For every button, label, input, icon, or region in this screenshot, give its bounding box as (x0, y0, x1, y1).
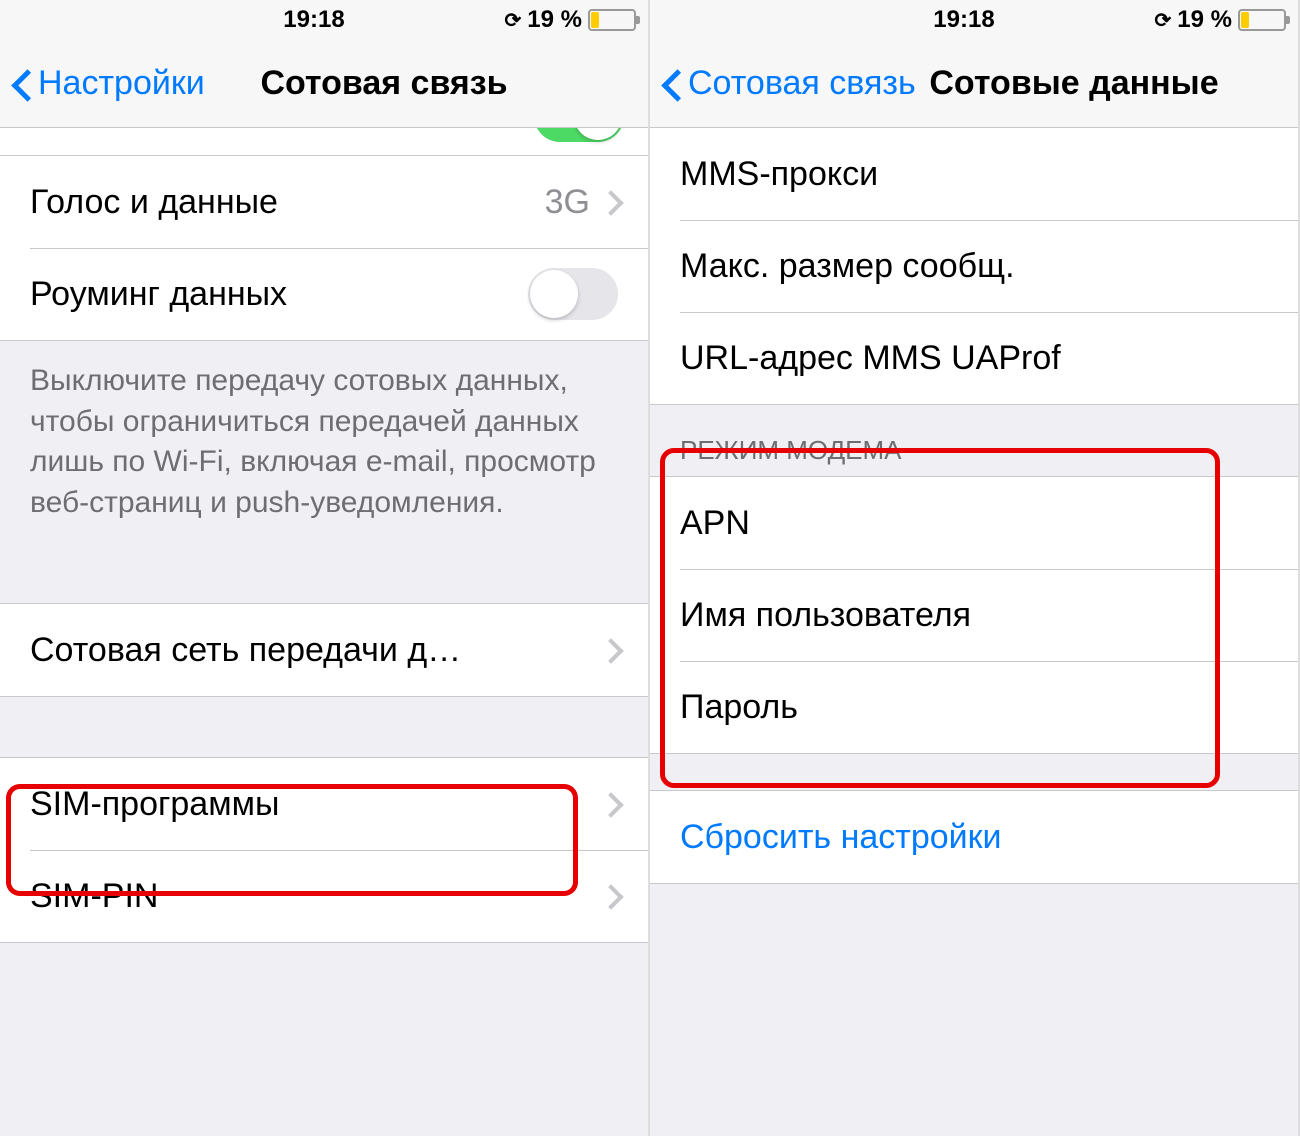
chevron-right-icon (602, 882, 618, 910)
voice-and-data-cell[interactable]: Голос и данные 3G (0, 156, 648, 248)
username-cell[interactable]: Имя пользователя (650, 569, 1298, 661)
battery-icon (1238, 9, 1286, 31)
cell-label: URL-адрес MMS UAProf (680, 339, 1268, 378)
chevron-left-icon (10, 64, 34, 104)
cell-value: 3G (545, 183, 590, 222)
chevron-right-icon (602, 188, 618, 216)
back-button[interactable]: Сотовая связь (660, 64, 916, 104)
roaming-toggle[interactable] (528, 268, 618, 320)
cell-label: Сотовая сеть передачи д… (30, 631, 602, 670)
orientation-lock-icon: ⟳ (1155, 8, 1172, 33)
cell-label: Сбросить настройки (680, 818, 1268, 857)
apn-cell[interactable]: APN (650, 477, 1298, 569)
status-time: 19:18 (842, 6, 1086, 34)
cell-label: Роуминг данных (30, 275, 528, 314)
cell-label: Пароль (680, 688, 1268, 727)
orientation-lock-icon: ⟳ (505, 8, 522, 33)
mms-uaprof-cell[interactable]: URL-адрес MMS UAProf (650, 312, 1298, 404)
sim-pin-cell[interactable]: SIM-PIN (0, 850, 648, 942)
cellular-data-network-cell[interactable]: Сотовая сеть передачи д… (0, 604, 648, 696)
battery-icon (588, 9, 636, 31)
section-footer: Выключите передачу сотовых данных, чтобы… (0, 341, 648, 543)
cell-label: Макс. размер сообщ. (680, 247, 1268, 286)
nav-bar: Настройки Сотовая связь (0, 40, 648, 128)
screen-cellular-data: 19:18 ⟳ 19 % Сотовая связь Сотовые данны… (650, 0, 1300, 1136)
screen-cellular: 19:18 ⟳ 19 % Настройки Сотовая связь Гол… (0, 0, 650, 1136)
back-label: Настройки (38, 64, 205, 103)
cell-label: Имя пользователя (680, 596, 1268, 635)
battery-percent: 19 % (1177, 6, 1232, 34)
battery-percent: 19 % (527, 6, 582, 34)
cell-label: MMS-прокси (680, 155, 1268, 194)
chevron-left-icon (660, 64, 684, 104)
status-bar: 19:18 ⟳ 19 % (0, 0, 648, 40)
back-button[interactable]: Настройки (10, 64, 205, 104)
sim-apps-cell[interactable]: SIM-программы (0, 758, 648, 850)
status-time: 19:18 (192, 6, 436, 34)
cell-label: SIM-PIN (30, 877, 602, 916)
max-message-size-cell[interactable]: Макс. размер сообщ. (650, 220, 1298, 312)
chevron-right-icon (602, 636, 618, 664)
nav-bar: Сотовая связь Сотовые данные (650, 40, 1298, 128)
back-label: Сотовая связь (688, 64, 916, 103)
cellular-data-toggle[interactable] (534, 128, 624, 142)
status-bar: 19:18 ⟳ 19 % (650, 0, 1298, 40)
reset-settings-cell[interactable]: Сбросить настройки (650, 791, 1298, 883)
cell-label: APN (680, 504, 1268, 543)
cell-label: SIM-программы (30, 785, 602, 824)
mms-proxy-cell[interactable]: MMS-прокси (650, 128, 1298, 220)
password-cell[interactable]: Пароль (650, 661, 1298, 753)
section-header-modem: РЕЖИМ МОДЕМА (650, 405, 1298, 476)
data-roaming-cell[interactable]: Роуминг данных (0, 248, 648, 340)
cell-label: Голос и данные (30, 183, 545, 222)
chevron-right-icon (602, 790, 618, 818)
